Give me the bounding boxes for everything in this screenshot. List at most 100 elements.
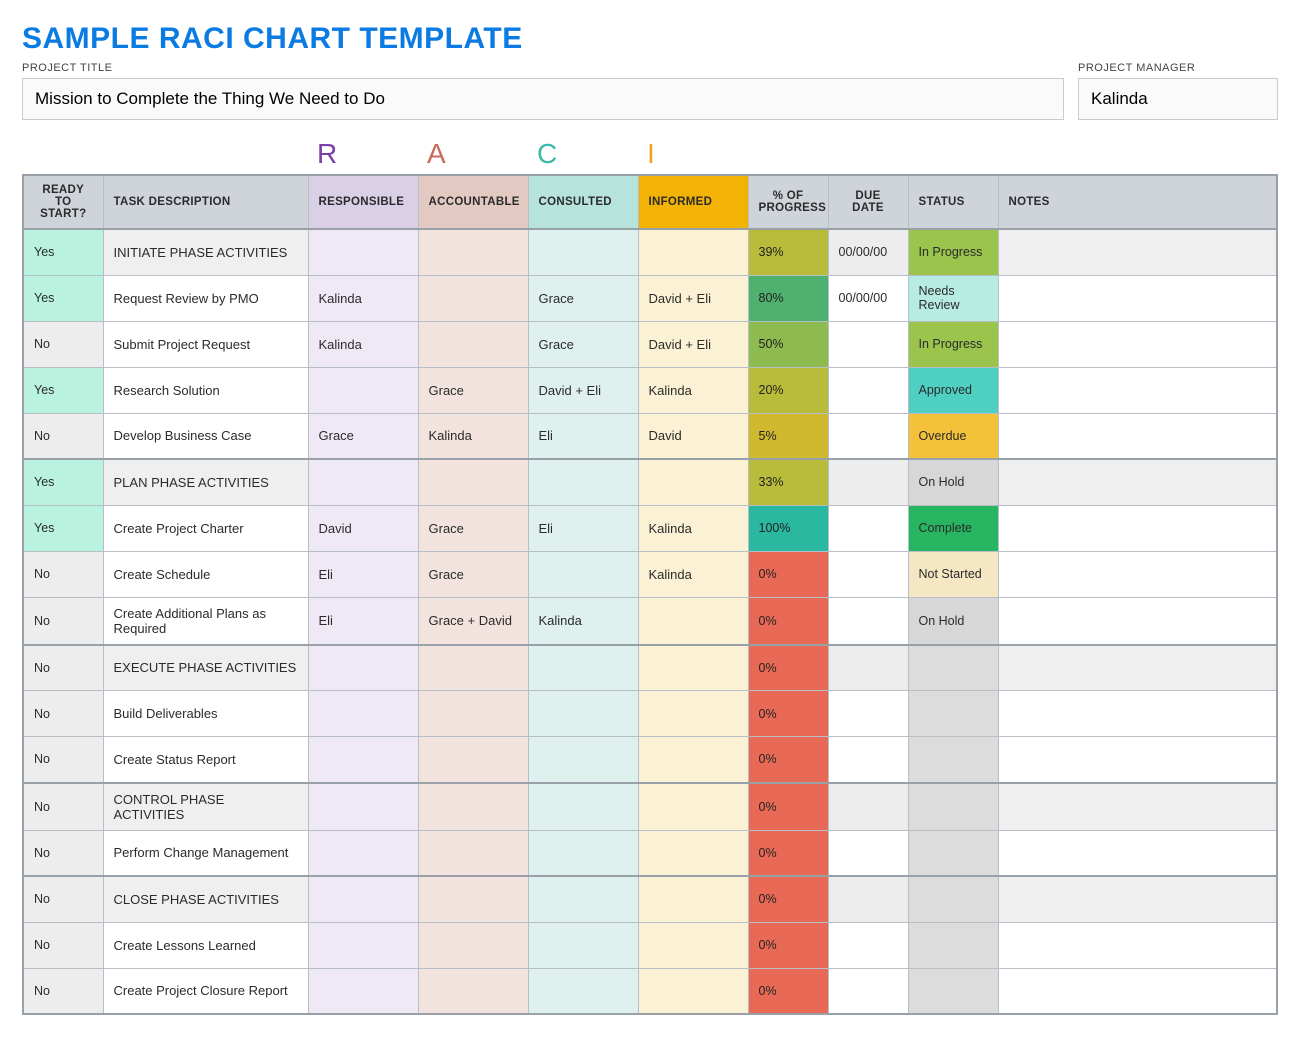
task-cell[interactable]: Create Additional Plans as Required [103,597,308,645]
notes-cell[interactable] [998,597,1277,645]
responsible-cell[interactable]: Kalinda [308,275,418,321]
task-cell[interactable]: Create Project Charter [103,505,308,551]
due-cell[interactable] [828,459,908,505]
ready-cell[interactable]: No [23,783,103,831]
responsible-cell[interactable]: Kalinda [308,321,418,367]
task-cell[interactable]: EXECUTE PHASE ACTIVITIES [103,645,308,691]
progress-cell[interactable]: 0% [748,922,828,968]
accountable-cell[interactable]: Grace [418,367,528,413]
consulted-cell[interactable]: Eli [528,413,638,459]
informed-cell[interactable] [638,830,748,876]
due-cell[interactable] [828,597,908,645]
responsible-cell[interactable] [308,968,418,1014]
ready-cell[interactable]: No [23,876,103,922]
status-cell[interactable] [908,737,998,783]
consulted-cell[interactable]: Grace [528,275,638,321]
consulted-cell[interactable]: Kalinda [528,597,638,645]
due-cell[interactable]: 00/00/00 [828,229,908,275]
consulted-cell[interactable]: David + Eli [528,367,638,413]
informed-cell[interactable] [638,737,748,783]
progress-cell[interactable]: 0% [748,691,828,737]
accountable-cell[interactable] [418,691,528,737]
responsible-cell[interactable] [308,876,418,922]
consulted-cell[interactable]: Eli [528,505,638,551]
informed-cell[interactable] [638,645,748,691]
project-title-input[interactable] [22,78,1064,120]
consulted-cell[interactable] [528,459,638,505]
status-cell[interactable] [908,968,998,1014]
due-cell[interactable] [828,551,908,597]
responsible-cell[interactable]: Eli [308,551,418,597]
notes-cell[interactable] [998,275,1277,321]
task-cell[interactable]: CLOSE PHASE ACTIVITIES [103,876,308,922]
status-cell[interactable]: On Hold [908,459,998,505]
progress-cell[interactable]: 0% [748,876,828,922]
accountable-cell[interactable] [418,922,528,968]
accountable-cell[interactable] [418,645,528,691]
accountable-cell[interactable] [418,968,528,1014]
accountable-cell[interactable] [418,876,528,922]
consulted-cell[interactable] [528,737,638,783]
progress-cell[interactable]: 5% [748,413,828,459]
ready-cell[interactable]: No [23,737,103,783]
informed-cell[interactable] [638,597,748,645]
accountable-cell[interactable]: Grace + David [418,597,528,645]
ready-cell[interactable]: Yes [23,229,103,275]
accountable-cell[interactable] [418,459,528,505]
notes-cell[interactable] [998,551,1277,597]
notes-cell[interactable] [998,922,1277,968]
informed-cell[interactable]: Kalinda [638,551,748,597]
notes-cell[interactable] [998,413,1277,459]
accountable-cell[interactable] [418,321,528,367]
consulted-cell[interactable] [528,876,638,922]
consulted-cell[interactable]: Grace [528,321,638,367]
status-cell[interactable]: Overdue [908,413,998,459]
ready-cell[interactable]: No [23,551,103,597]
ready-cell[interactable]: No [23,691,103,737]
responsible-cell[interactable] [308,459,418,505]
status-cell[interactable]: Complete [908,505,998,551]
due-cell[interactable]: 00/00/00 [828,275,908,321]
ready-cell[interactable]: Yes [23,367,103,413]
due-cell[interactable] [828,737,908,783]
progress-cell[interactable]: 0% [748,968,828,1014]
project-manager-input[interactable] [1078,78,1278,120]
status-cell[interactable] [908,645,998,691]
progress-cell[interactable]: 0% [748,645,828,691]
responsible-cell[interactable] [308,922,418,968]
accountable-cell[interactable] [418,783,528,831]
accountable-cell[interactable] [418,275,528,321]
task-cell[interactable]: Submit Project Request [103,321,308,367]
status-cell[interactable] [908,876,998,922]
due-cell[interactable] [828,830,908,876]
responsible-cell[interactable]: Grace [308,413,418,459]
notes-cell[interactable] [998,367,1277,413]
consulted-cell[interactable] [528,922,638,968]
notes-cell[interactable] [998,229,1277,275]
progress-cell[interactable]: 80% [748,275,828,321]
task-cell[interactable]: Create Lessons Learned [103,922,308,968]
status-cell[interactable]: Needs Review [908,275,998,321]
ready-cell[interactable]: No [23,968,103,1014]
due-cell[interactable] [828,321,908,367]
informed-cell[interactable] [638,783,748,831]
due-cell[interactable] [828,691,908,737]
progress-cell[interactable]: 33% [748,459,828,505]
due-cell[interactable] [828,367,908,413]
consulted-cell[interactable] [528,551,638,597]
status-cell[interactable]: Not Started [908,551,998,597]
status-cell[interactable]: In Progress [908,229,998,275]
notes-cell[interactable] [998,645,1277,691]
due-cell[interactable] [828,968,908,1014]
informed-cell[interactable]: Kalinda [638,367,748,413]
ready-cell[interactable]: No [23,597,103,645]
responsible-cell[interactable]: Eli [308,597,418,645]
progress-cell[interactable]: 0% [748,830,828,876]
accountable-cell[interactable]: Grace [418,551,528,597]
notes-cell[interactable] [998,321,1277,367]
status-cell[interactable] [908,783,998,831]
informed-cell[interactable] [638,691,748,737]
accountable-cell[interactable] [418,737,528,783]
ready-cell[interactable]: No [23,645,103,691]
task-cell[interactable]: Request Review by PMO [103,275,308,321]
